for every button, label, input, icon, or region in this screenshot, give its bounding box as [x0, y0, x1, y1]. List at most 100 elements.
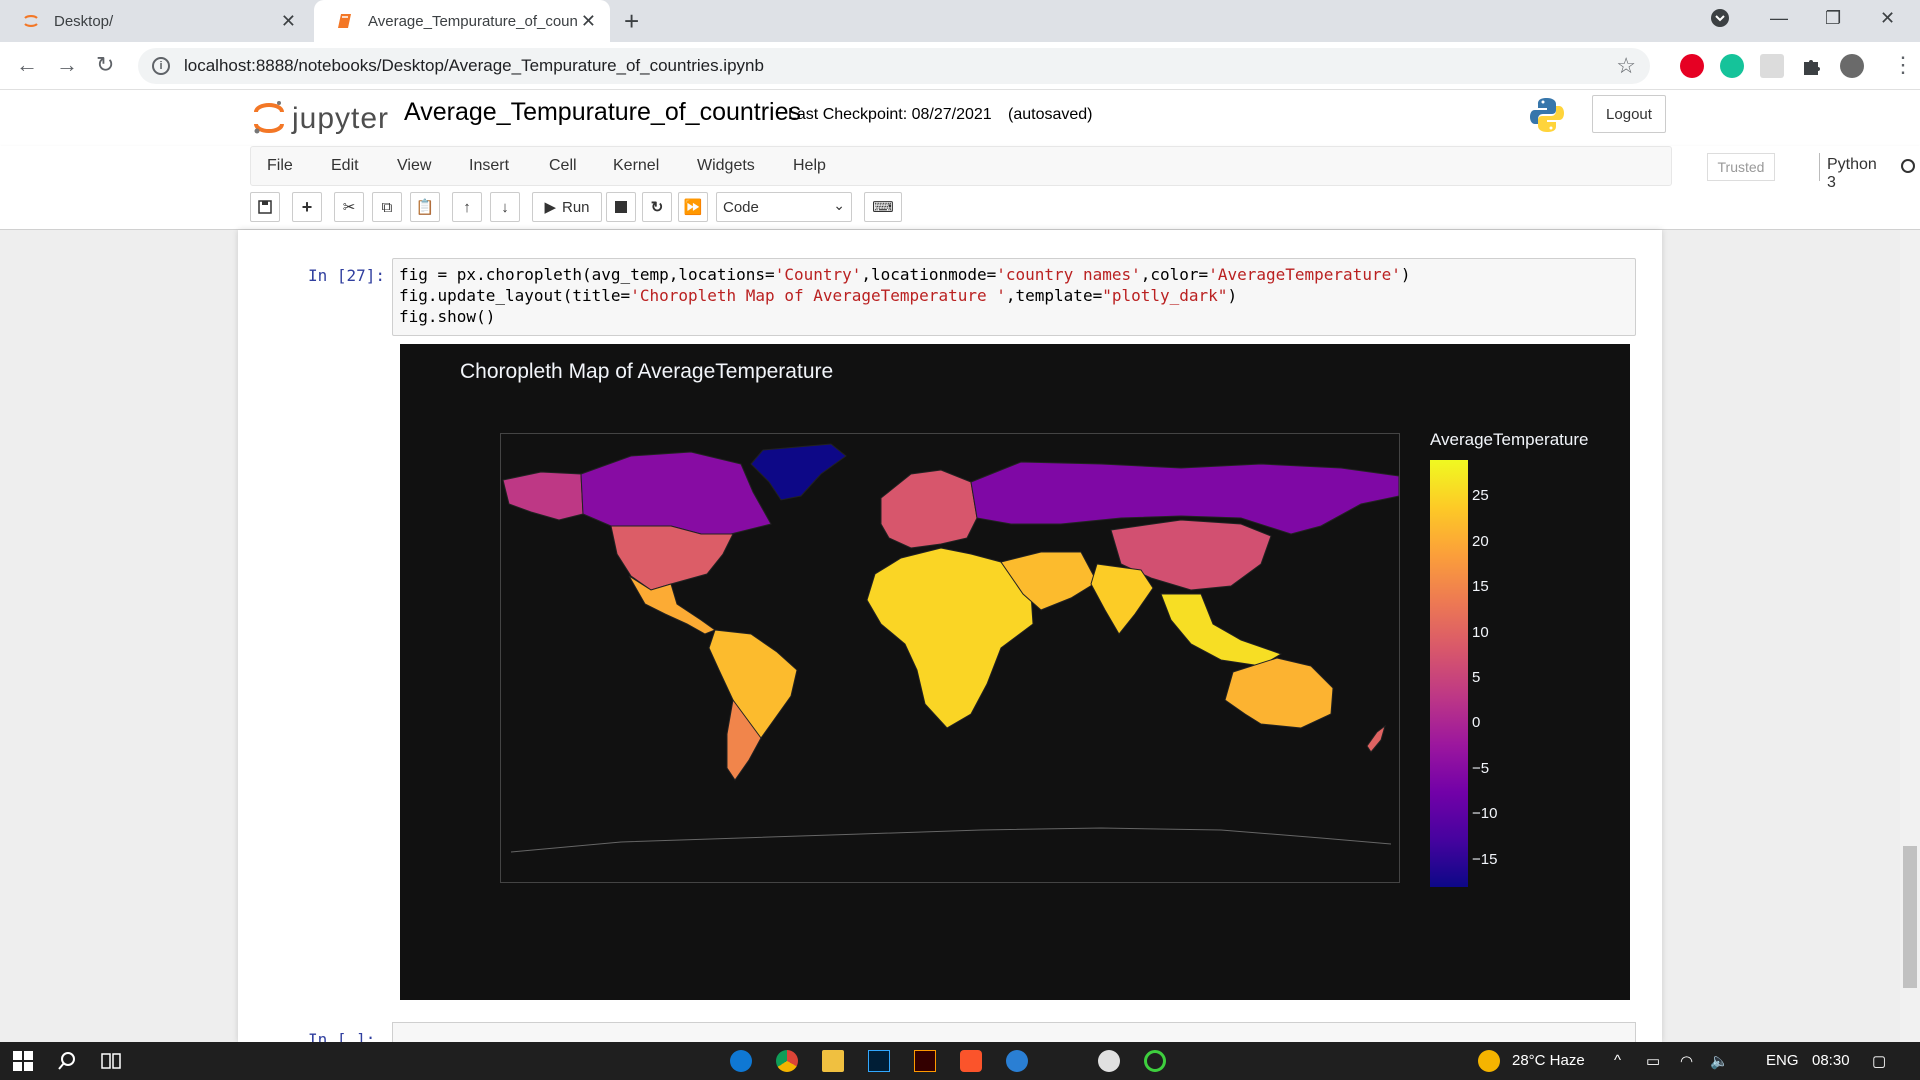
plotly-choropleth-output[interactable]: Choropleth Map of AverageTemperature Ave… [400, 344, 1630, 1000]
battery-icon[interactable]: ▭ [1646, 1052, 1660, 1070]
site-info-icon[interactable]: i [152, 57, 170, 75]
tab-desktop[interactable]: Desktop/ ✕ [0, 0, 310, 42]
world-map[interactable] [501, 434, 1400, 882]
clock[interactable]: 08:30 [1812, 1052, 1850, 1069]
menu-widgets[interactable]: Widgets [697, 157, 755, 175]
kernel-name: Python 3 [1827, 156, 1877, 191]
address-bar[interactable]: i localhost:8888/notebooks/Desktop/Avera… [138, 48, 1650, 84]
save-button[interactable] [250, 192, 280, 222]
colorbar-tick-label: −5 [1472, 759, 1490, 777]
tray-chevron-icon[interactable]: ^ [1614, 1052, 1621, 1069]
next-code-cell[interactable] [392, 1022, 1636, 1042]
region-africa[interactable] [866, 547, 1034, 729]
restart-run-all-button[interactable]: ⏩ [678, 192, 708, 222]
plus-icon: + [301, 196, 313, 217]
close-tab-icon[interactable]: ✕ [281, 11, 296, 32]
autosave-status: (autosaved) [1008, 106, 1093, 123]
back-icon[interactable]: ← [16, 52, 38, 78]
python-logo-icon [1530, 98, 1564, 132]
illustrator-icon[interactable] [914, 1050, 936, 1072]
window-close-icon[interactable]: ✕ [1880, 8, 1895, 29]
jupyter-logo-text: jupyter [292, 102, 390, 135]
magnifier-app-icon[interactable] [1006, 1050, 1028, 1072]
reload-icon[interactable]: ↻ [96, 52, 114, 78]
language-indicator[interactable]: ENG [1766, 1052, 1799, 1069]
app-icon[interactable] [1098, 1050, 1120, 1072]
paste-button[interactable]: 📋 [410, 192, 440, 222]
menu-file[interactable]: File [267, 157, 293, 175]
restart-button[interactable]: ↻ [642, 192, 672, 222]
brave-icon[interactable] [960, 1050, 982, 1072]
region-australia[interactable] [1224, 657, 1334, 729]
region-greenland[interactable] [750, 443, 847, 501]
grammarly-extension-icon[interactable] [1720, 54, 1744, 78]
photoshop-icon[interactable] [868, 1050, 890, 1072]
search-icon[interactable] [56, 1050, 78, 1072]
close-tab-icon[interactable]: ✕ [581, 11, 596, 32]
trusted-badge[interactable]: Trusted [1707, 153, 1775, 181]
notebook-name[interactable]: Average_Tempurature_of_countries [404, 98, 801, 127]
url-text[interactable]: localhost:8888/notebooks/Desktop/Average… [184, 56, 764, 76]
pinterest-extension-icon[interactable] [1680, 54, 1704, 78]
region-canada[interactable] [580, 451, 772, 535]
run-button[interactable]: ▶ Run [532, 192, 602, 222]
region-new-zealand[interactable] [1366, 724, 1386, 753]
jupyter-logo-icon [254, 101, 284, 134]
region-southeast-asia[interactable] [1160, 593, 1283, 667]
chrome-icon[interactable] [776, 1050, 798, 1072]
tab-notebook[interactable]: Average_Tempurature_of_countri ✕ [314, 0, 610, 42]
next-cell-prompt: In [ ]: [308, 1030, 376, 1042]
interrupt-button[interactable] [606, 192, 636, 222]
minimize-icon[interactable]: — [1770, 8, 1788, 29]
profile-avatar[interactable] [1840, 54, 1864, 78]
menu-insert[interactable]: Insert [469, 157, 509, 175]
chevron-down-icon: ⌄ [833, 197, 845, 213]
windows-start-icon[interactable] [12, 1050, 34, 1072]
volume-icon[interactable]: 🔈 [1710, 1052, 1729, 1070]
forward-icon[interactable]: → [56, 52, 78, 78]
copy-button[interactable]: ⧉ [372, 192, 402, 222]
new-tab-icon[interactable]: + [624, 6, 639, 37]
wifi-icon[interactable]: ◠ [1680, 1052, 1693, 1070]
jupyter-menubar: File Edit View Insert Cell Kernel Widget… [0, 146, 1920, 230]
colorbar-tick-label: −10 [1472, 805, 1498, 823]
edge-icon[interactable] [730, 1050, 752, 1072]
map-frame[interactable] [500, 433, 1400, 883]
command-palette-button[interactable]: ⌨ [864, 192, 902, 222]
menu-edit[interactable]: Edit [331, 157, 359, 175]
region-united-states[interactable] [610, 525, 734, 591]
cell-type-select[interactable]: Code ⌄ [716, 192, 852, 222]
region-alaska[interactable] [502, 471, 584, 521]
loading-app-icon[interactable] [1144, 1050, 1166, 1072]
region-europe[interactable] [880, 469, 978, 549]
menu-view[interactable]: View [397, 157, 431, 175]
region-mexico[interactable] [628, 575, 717, 635]
file-explorer-icon[interactable] [822, 1050, 844, 1072]
move-up-button[interactable]: ↑ [452, 192, 482, 222]
region-india[interactable] [1090, 563, 1154, 635]
tab-title: Desktop/ [54, 12, 114, 30]
bookmark-star-icon[interactable]: ☆ [1616, 53, 1636, 79]
weather-sun-icon[interactable] [1478, 1050, 1500, 1072]
menu-help[interactable]: Help [793, 157, 826, 175]
weather-text[interactable]: 28°C Haze [1512, 1052, 1585, 1069]
colorbar [1430, 460, 1468, 887]
browser-menu-icon[interactable]: ⋮ [1892, 52, 1914, 78]
checkpoint-status: Last Checkpoint: 08/27/2021 [788, 106, 992, 123]
restore-icon[interactable]: ❐ [1825, 8, 1841, 29]
extensions-puzzle-icon[interactable] [1800, 54, 1824, 78]
move-down-button[interactable]: ↓ [490, 192, 520, 222]
code-cell-input[interactable]: fig = px.choropleth(avg_temp,locations='… [392, 258, 1636, 336]
menu-cell[interactable]: Cell [549, 157, 577, 175]
cut-button[interactable]: ✂ [334, 192, 364, 222]
jupyter-logo[interactable]: jupyter [252, 98, 402, 138]
menu-kernel[interactable]: Kernel [613, 157, 659, 175]
task-view-icon[interactable] [100, 1050, 122, 1072]
logout-button[interactable]: Logout [1592, 95, 1666, 133]
insert-cell-button[interactable]: + [292, 192, 322, 222]
notification-icon[interactable]: ▢ [1872, 1052, 1886, 1070]
scrollbar-thumb[interactable] [1903, 846, 1917, 988]
profile-menu-icon[interactable] [1710, 8, 1730, 33]
extension-icon[interactable] [1760, 54, 1784, 78]
region-south-america[interactable] [708, 629, 798, 739]
